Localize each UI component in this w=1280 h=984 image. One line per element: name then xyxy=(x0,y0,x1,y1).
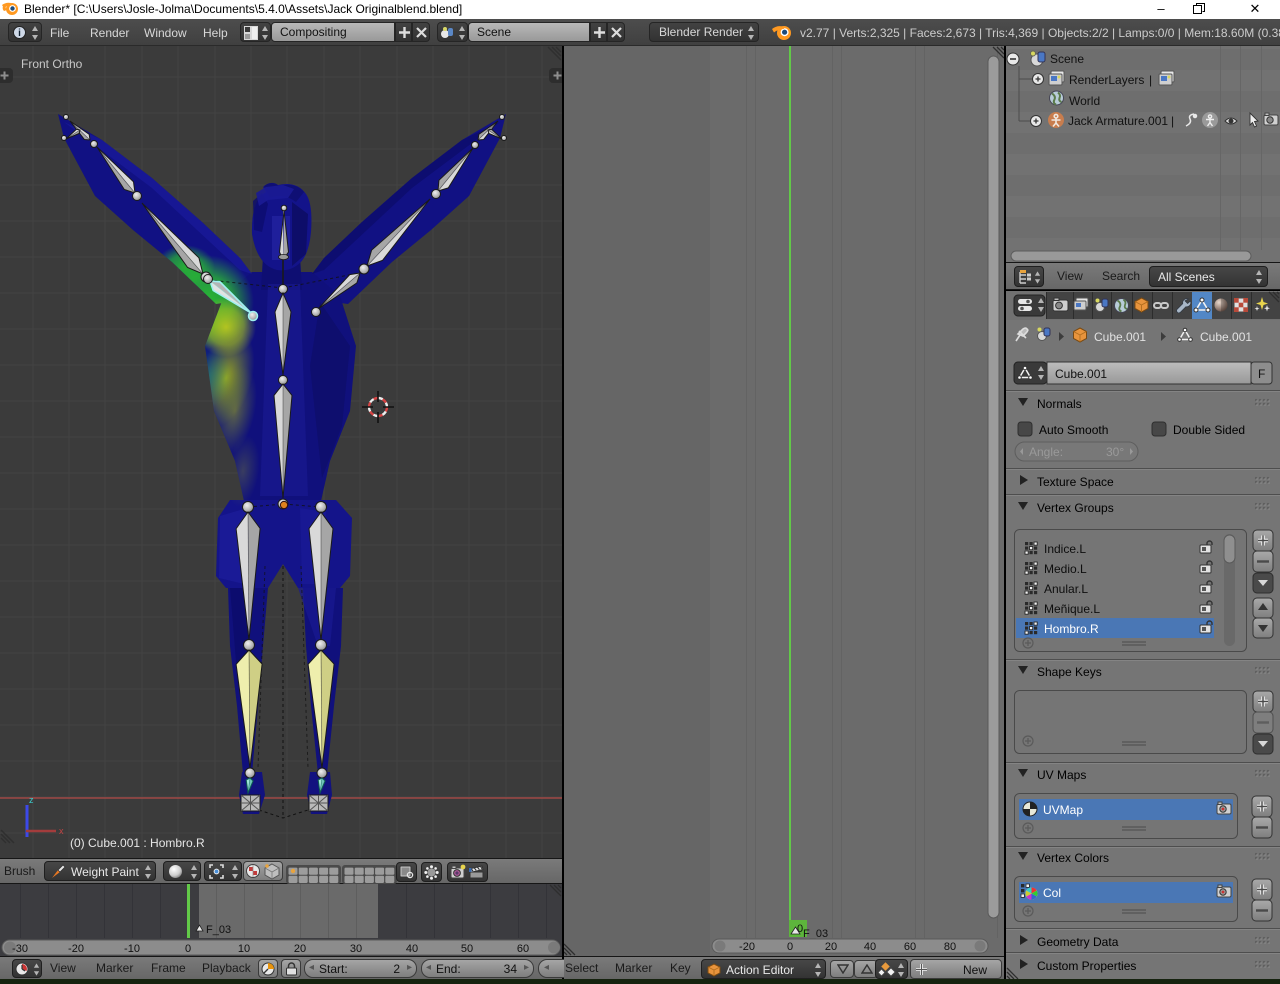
svg-text:F_03: F_03 xyxy=(206,924,231,936)
svg-text:|: | xyxy=(1171,114,1174,128)
svg-text:60: 60 xyxy=(517,943,529,955)
svg-text:i: i xyxy=(18,28,21,39)
svg-text:-20: -20 xyxy=(68,943,84,955)
svg-text:60: 60 xyxy=(904,941,916,953)
svg-text:RenderLayers: RenderLayers xyxy=(1069,73,1144,87)
svg-text:0: 0 xyxy=(787,941,793,953)
svg-text:Scene: Scene xyxy=(1050,52,1084,66)
svg-text:Angle:: Angle: xyxy=(1029,445,1063,459)
svg-text:Custom Properties: Custom Properties xyxy=(1037,959,1136,973)
svg-text:Col: Col xyxy=(1043,886,1061,900)
svg-text:World: World xyxy=(1069,94,1100,108)
svg-text:50: 50 xyxy=(461,943,473,955)
svg-text:F: F xyxy=(1258,367,1265,381)
svg-text:Jack Armature.001: Jack Armature.001 xyxy=(1068,114,1168,128)
svg-text:20: 20 xyxy=(825,941,837,953)
svg-text:z: z xyxy=(29,795,34,805)
svg-text:Vertex Colors: Vertex Colors xyxy=(1037,851,1109,865)
svg-text:|: | xyxy=(1149,73,1152,87)
svg-text:Meñique.L: Meñique.L xyxy=(1044,602,1100,616)
svg-text:Medio.L: Medio.L xyxy=(1044,562,1087,576)
svg-text:Anular.L: Anular.L xyxy=(1044,582,1088,596)
svg-text:30°: 30° xyxy=(1106,445,1124,459)
svg-text:-10: -10 xyxy=(124,943,140,955)
svg-text:Cube.001: Cube.001 xyxy=(1055,367,1107,381)
svg-text:Cube.001: Cube.001 xyxy=(1094,330,1146,344)
svg-text:0: 0 xyxy=(185,943,191,955)
svg-text:Auto Smooth: Auto Smooth xyxy=(1039,423,1108,437)
svg-text:x: x xyxy=(59,826,64,836)
svg-text:40: 40 xyxy=(864,941,876,953)
svg-text:Shape Keys: Shape Keys xyxy=(1037,665,1102,679)
svg-text:-20: -20 xyxy=(739,941,755,953)
svg-text:(0) Cube.001 : Hombro.R: (0) Cube.001 : Hombro.R xyxy=(70,836,205,850)
svg-text:Hombro.R: Hombro.R xyxy=(1044,622,1099,636)
svg-text:UVMap: UVMap xyxy=(1043,803,1083,817)
svg-text:Cube.001: Cube.001 xyxy=(1200,330,1252,344)
svg-text:UV Maps: UV Maps xyxy=(1037,768,1086,782)
svg-text:10: 10 xyxy=(238,943,250,955)
svg-text:Texture Space: Texture Space xyxy=(1037,475,1114,489)
svg-text:Front Ortho: Front Ortho xyxy=(21,57,83,71)
svg-text:40: 40 xyxy=(406,943,418,955)
svg-text:30: 30 xyxy=(350,943,362,955)
svg-text:Double Sided: Double Sided xyxy=(1173,423,1245,437)
svg-text:Geometry Data: Geometry Data xyxy=(1037,935,1119,949)
svg-text:Indice.L: Indice.L xyxy=(1044,542,1086,556)
svg-text:20: 20 xyxy=(294,943,306,955)
svg-text:Normals: Normals xyxy=(1037,397,1082,411)
svg-text:-30: -30 xyxy=(12,943,28,955)
svg-text:Vertex Groups: Vertex Groups xyxy=(1037,501,1114,515)
svg-text:F_03: F_03 xyxy=(803,928,828,940)
svg-text:80: 80 xyxy=(944,941,956,953)
